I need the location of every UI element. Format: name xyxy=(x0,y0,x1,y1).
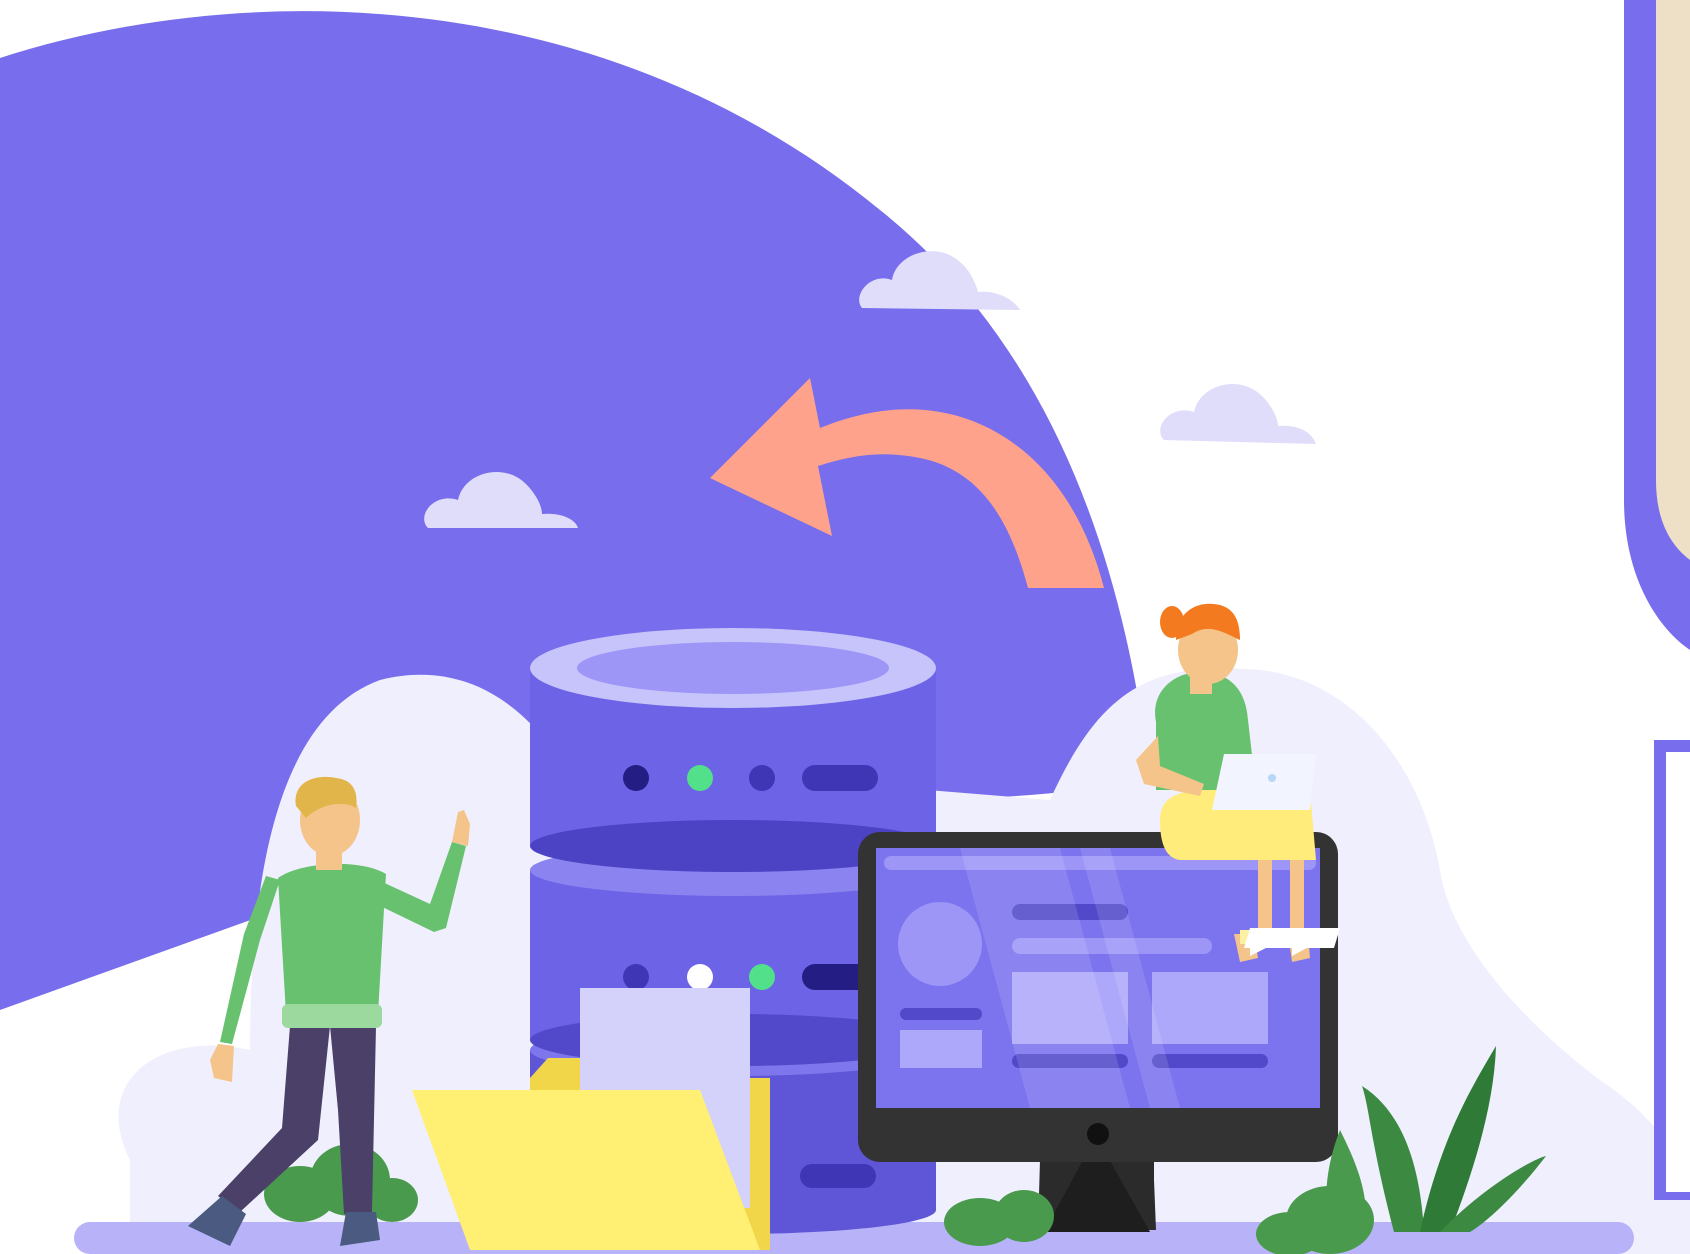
side-panel-bottom xyxy=(1654,740,1690,1200)
side-panel-top xyxy=(1624,0,1690,650)
illustration-canvas xyxy=(0,0,1690,1254)
backup-scene xyxy=(0,0,1690,1254)
cloud-icon xyxy=(1160,384,1316,444)
